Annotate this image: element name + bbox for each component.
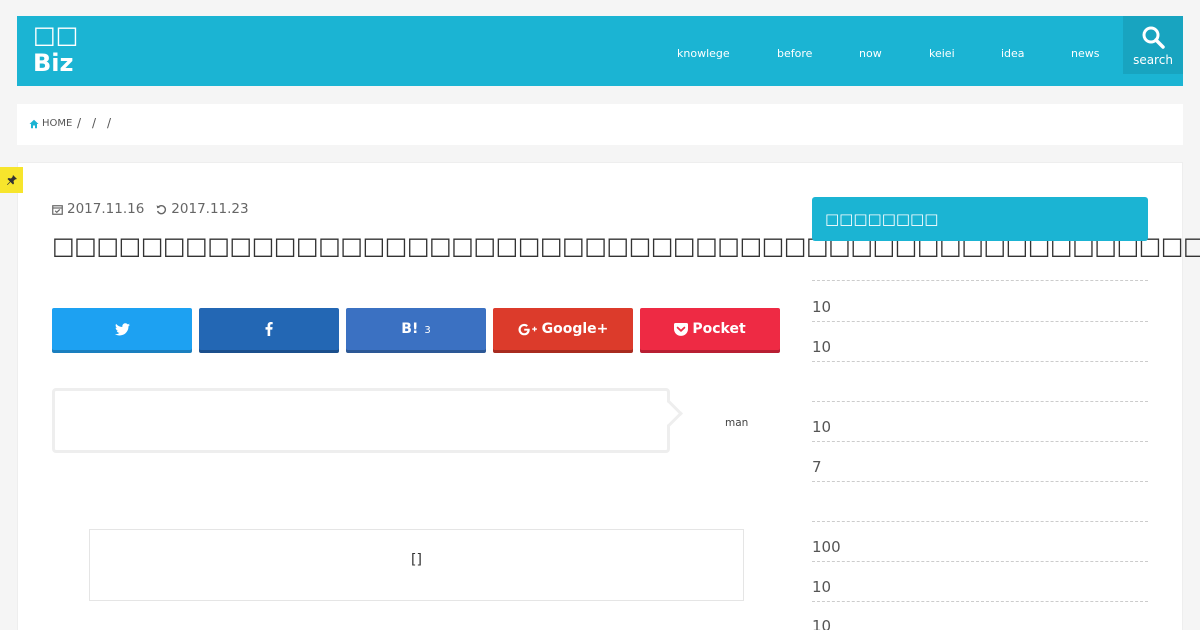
- divider: [812, 561, 1148, 562]
- table-of-contents: []: [89, 529, 744, 601]
- nav-item-knowlege[interactable]: knowlege: [677, 47, 730, 60]
- breadcrumb: HOME / / /: [17, 104, 1183, 145]
- sidebar-widget-title: □□□□□□□□: [812, 197, 1148, 241]
- site-header: □□ Biz knowlege before now keiei idea ne…: [17, 16, 1183, 86]
- nav-item-now[interactable]: now: [859, 47, 882, 60]
- share-facebook-button[interactable]: [199, 308, 339, 350]
- sidebar-list-item[interactable]: 10: [812, 418, 831, 436]
- google-plus-icon: [518, 323, 537, 335]
- speech-balloon: [52, 388, 670, 453]
- google-plus-label: Google+: [541, 321, 609, 337]
- site-logo[interactable]: □□ Biz: [33, 21, 78, 78]
- sidebar-list-item[interactable]: 100: [812, 538, 841, 556]
- published-date: 2017.11.16: [52, 201, 144, 217]
- breadcrumb-separator: /: [107, 116, 112, 130]
- nav-item-before[interactable]: before: [777, 47, 812, 60]
- breadcrumb-home[interactable]: HOME: [29, 118, 72, 129]
- post-dates: 2017.11.16 2017.11.23: [52, 201, 261, 217]
- nav-item-keiei[interactable]: keiei: [929, 47, 955, 60]
- breadcrumb-separator: /: [92, 116, 97, 130]
- nav-item-idea[interactable]: idea: [1001, 47, 1025, 60]
- share-pocket-button[interactable]: Pocket: [640, 308, 780, 350]
- balloon-speaker-name: man: [725, 417, 749, 429]
- divider: [812, 601, 1148, 602]
- pin-icon: [6, 175, 17, 185]
- pocket-icon: [674, 322, 689, 336]
- breadcrumb-home-label: HOME: [42, 118, 73, 129]
- nav-item-news[interactable]: news: [1071, 47, 1099, 60]
- search-icon: [1142, 26, 1165, 49]
- search-button[interactable]: search: [1123, 16, 1183, 74]
- divider: [812, 321, 1148, 322]
- facebook-icon: [265, 322, 273, 336]
- sidebar-list-item[interactable]: 10: [812, 298, 831, 316]
- twitter-icon: [114, 322, 130, 335]
- toc-title[interactable]: []: [90, 552, 743, 568]
- divider: [812, 441, 1148, 442]
- divider: [812, 481, 1148, 482]
- refresh-icon: [156, 204, 167, 214]
- share-twitter-button[interactable]: [52, 308, 192, 350]
- logo-line1: □□: [33, 21, 79, 49]
- search-label: search: [1133, 53, 1173, 67]
- pin-badge: [0, 167, 23, 193]
- published-date-text: 2017.11.16: [67, 201, 145, 217]
- calendar-check-icon: [52, 204, 63, 215]
- divider: [812, 521, 1148, 522]
- logo-line2: Biz: [33, 49, 74, 77]
- updated-date-text: 2017.11.23: [171, 201, 249, 217]
- divider: [812, 401, 1148, 402]
- sidebar-list-item[interactable]: 10: [812, 578, 831, 596]
- share-hatena-button[interactable]: B! 3: [346, 308, 486, 350]
- sidebar-list-item[interactable]: 10: [812, 617, 831, 630]
- hatena-icon: B!: [401, 321, 419, 337]
- hatena-count: 3: [424, 325, 431, 336]
- sidebar-list-item[interactable]: 10: [812, 338, 831, 356]
- divider: [812, 361, 1148, 362]
- divider: [812, 280, 1148, 281]
- pocket-label: Pocket: [692, 321, 746, 337]
- updated-date: 2017.11.23: [156, 201, 249, 217]
- share-google-button[interactable]: Google+: [493, 308, 633, 350]
- home-icon: [29, 119, 39, 128]
- sidebar-list-item[interactable]: 7: [812, 458, 822, 476]
- breadcrumb-separator: /: [77, 116, 82, 130]
